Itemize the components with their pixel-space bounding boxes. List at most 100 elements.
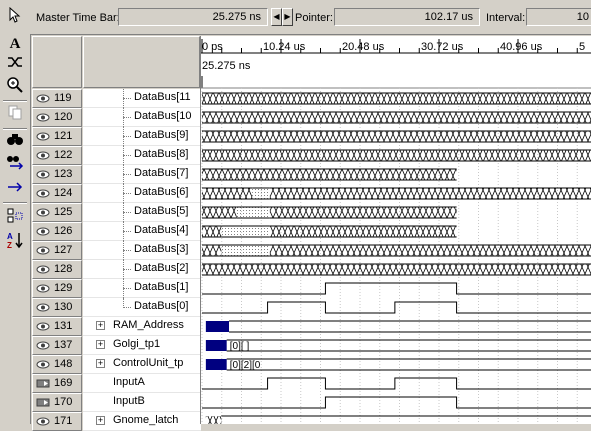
signal-id-cell[interactable]: 122: [32, 146, 82, 165]
output-pin-icon: [36, 227, 50, 236]
signal-id-cell[interactable]: 170: [32, 393, 82, 412]
signal-id-cell[interactable]: 120: [32, 108, 82, 127]
signal-row[interactable]: 148 + ControlUnit_tp: [32, 355, 201, 374]
signal-row[interactable]: 131 + RAM_Address: [32, 317, 201, 336]
signal-name-cell[interactable]: DataBus[6]: [83, 184, 201, 203]
signal-name-cell[interactable]: InputA: [83, 374, 201, 393]
expand-icon[interactable]: +: [96, 340, 105, 349]
signal-id-cell[interactable]: 125: [32, 203, 82, 222]
signal-row[interactable]: 120 DataBus[10: [32, 108, 201, 127]
signal-id-cell[interactable]: 129: [32, 279, 82, 298]
signal-name-cell[interactable]: + Golgi_tp1: [83, 336, 201, 355]
signal-name: DataBus[2]: [134, 262, 189, 274]
signal-row[interactable]: 123 DataBus[7]: [32, 165, 201, 184]
sort-icon[interactable]: AZ: [4, 231, 26, 251]
expand-icon[interactable]: +: [96, 359, 105, 368]
output-pin-icon: [36, 417, 50, 426]
signal-name-cell[interactable]: DataBus[1]: [83, 279, 201, 298]
signal-name-cell[interactable]: DataBus[8]: [83, 146, 201, 165]
expand-icon[interactable]: +: [96, 321, 105, 330]
input-pin-icon: [36, 379, 50, 388]
signal-id: 119: [54, 92, 72, 104]
signal-name-cell[interactable]: DataBus[3]: [83, 241, 201, 260]
signal-id-cell[interactable]: 130: [32, 298, 82, 317]
signal-name-cell[interactable]: DataBus[9]: [83, 127, 201, 146]
bus-unknown-segment: [202, 112, 591, 123]
svg-text:Z: Z: [7, 241, 12, 249]
signal-name: DataBus[4]: [134, 224, 189, 236]
signal-name-cell[interactable]: DataBus[0]: [83, 298, 201, 317]
signal-name: DataBus[6]: [134, 186, 189, 198]
waveform-edit-icon[interactable]: [4, 55, 26, 75]
signal-row[interactable]: 130 DataBus[0]: [32, 298, 201, 317]
tree-line: [123, 231, 131, 232]
copy-icon[interactable]: [4, 104, 26, 124]
signal-row[interactable]: 124 DataBus[6]: [32, 184, 201, 203]
signal-id-cell[interactable]: 137: [32, 336, 82, 355]
goto-icon[interactable]: [4, 178, 26, 198]
signal-id-cell[interactable]: 119: [32, 89, 82, 108]
bus-unknown-segment: [202, 264, 591, 275]
tree-line: [123, 307, 131, 308]
signal-row[interactable]: 170 InputB: [32, 393, 201, 412]
signal-id-cell[interactable]: 126: [32, 222, 82, 241]
digital-waveform: [202, 377, 591, 390]
output-pin-icon: [36, 265, 50, 274]
master-time-bar-field[interactable]: 25.275 ns: [118, 8, 268, 26]
name-column-header[interactable]: [83, 36, 200, 88]
pointer-tool-icon[interactable]: [6, 6, 24, 27]
signal-name-cell[interactable]: + RAM_Address: [83, 317, 201, 336]
tree-line: [123, 193, 131, 194]
bus-unknown-segment: [202, 245, 222, 256]
signal-row[interactable]: 125 DataBus[5]: [32, 203, 201, 222]
signal-id-cell[interactable]: 148: [32, 355, 82, 374]
bus-unknown-segment: [221, 245, 270, 256]
bus-unknown-segment: [394, 207, 457, 218]
id-column-header[interactable]: [32, 36, 82, 88]
signal-row[interactable]: 137 + Golgi_tp1: [32, 336, 201, 355]
signal-id: 127: [54, 244, 73, 256]
signal-row[interactable]: 127 DataBus[3]: [32, 241, 201, 260]
digital-waveform: [202, 396, 591, 409]
bus-unknown-segment: [202, 150, 591, 161]
text-tool-icon[interactable]: A: [4, 34, 26, 54]
signal-id-cell[interactable]: 123: [32, 165, 82, 184]
signal-name-cell[interactable]: DataBus[7]: [83, 165, 201, 184]
signal-id-cell[interactable]: 171: [32, 412, 82, 431]
signal-name-cell[interactable]: DataBus[2]: [83, 260, 201, 279]
signal-id-cell[interactable]: 121: [32, 127, 82, 146]
digital-waveform: [202, 282, 591, 295]
signal-name-cell[interactable]: DataBus[4]: [83, 222, 201, 241]
signal-row[interactable]: 126 DataBus[4]: [32, 222, 201, 241]
signal-name-cell[interactable]: DataBus[11: [83, 89, 201, 108]
signal-row[interactable]: 122 DataBus[8]: [32, 146, 201, 165]
signal-row[interactable]: 171 + Gnome_latch: [32, 412, 201, 431]
waveform-pane[interactable]: 0 ps 10.24 us 20.48 us 30.72 us 40.96 us 5 25.…: [200, 36, 591, 428]
group-icon[interactable]: [4, 207, 26, 227]
signal-name-cell[interactable]: DataBus[5]: [83, 203, 201, 222]
zoom-icon[interactable]: [4, 76, 26, 96]
find-icon[interactable]: [4, 132, 26, 152]
signal-id-cell[interactable]: 124: [32, 184, 82, 203]
input-pin-icon: [36, 398, 50, 407]
signal-name-cell[interactable]: InputB: [83, 393, 201, 412]
signal-row[interactable]: 128 DataBus[2]: [32, 260, 201, 279]
signal-id-cell[interactable]: 131: [32, 317, 82, 336]
master-time-left-button[interactable]: ◀: [271, 8, 282, 26]
find-next-icon[interactable]: [4, 154, 26, 174]
signal-name-cell[interactable]: DataBus[10: [83, 108, 201, 127]
signal-name-cell[interactable]: + Gnome_latch: [83, 412, 201, 431]
signal-row[interactable]: 121 DataBus[9]: [32, 127, 201, 146]
waveform-canvas[interactable]: 0 ps 10.24 us 20.48 us 30.72 us 40.96 us 5 25.…: [201, 36, 591, 428]
signal-row[interactable]: 119 DataBus[11: [32, 89, 201, 108]
signal-row[interactable]: 169 InputA: [32, 374, 201, 393]
signal-row[interactable]: 129 DataBus[1]: [32, 279, 201, 298]
signal-id-cell[interactable]: 127: [32, 241, 82, 260]
output-pin-icon: [36, 208, 50, 217]
signal-id-cell[interactable]: 169: [32, 374, 82, 393]
toolbar-separator: [3, 202, 27, 204]
signal-id-cell[interactable]: 128: [32, 260, 82, 279]
master-time-right-button[interactable]: ▶: [282, 8, 293, 26]
signal-name-cell[interactable]: + ControlUnit_tp: [83, 355, 201, 374]
output-pin-icon: [36, 113, 50, 122]
